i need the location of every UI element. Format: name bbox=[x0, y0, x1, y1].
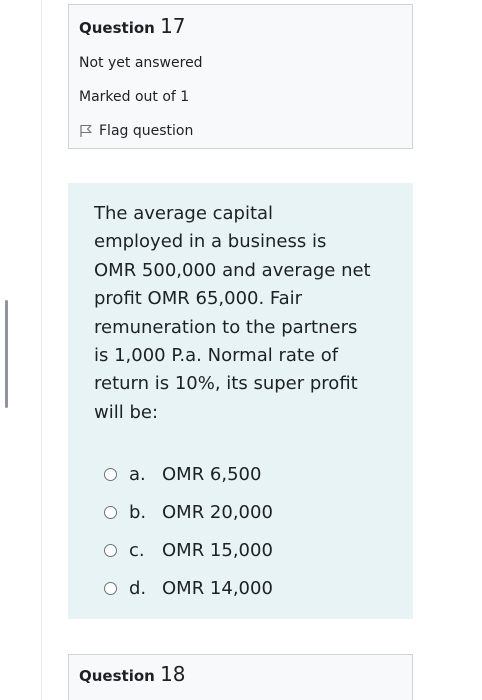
radio-unchecked-icon[interactable] bbox=[104, 581, 117, 595]
answer-text: OMR 20,000 bbox=[162, 501, 273, 523]
flag-question-button[interactable]: Flag question bbox=[79, 123, 402, 139]
answer-letter: c. bbox=[129, 539, 145, 561]
scroll-indicator[interactable] bbox=[5, 300, 8, 408]
question-text: The average capital employed in a busine… bbox=[94, 200, 389, 427]
question-text-line: profit OMR 65,000. Fair bbox=[94, 288, 303, 310]
answer-option-d[interactable]: d. OMR 14,000 bbox=[94, 569, 389, 607]
answer-letter: b. bbox=[129, 501, 147, 523]
marks-info: Marked out of 1 bbox=[79, 89, 190, 105]
question-info-box: Question 17 Not yet answered Marked out … bbox=[68, 4, 413, 149]
question-text-line: The average capital bbox=[94, 203, 274, 224]
answer-text: OMR 6,500 bbox=[162, 463, 262, 485]
flag-question-label: Flag question bbox=[99, 123, 194, 139]
next-question-info-box: Question 18 bbox=[68, 654, 413, 700]
radio-unchecked-icon[interactable] bbox=[104, 467, 117, 481]
question-text-line: remuneration to the partners bbox=[94, 316, 358, 338]
question-text-line: return is 10%, its super profit bbox=[94, 373, 358, 395]
radio-unchecked-icon[interactable] bbox=[104, 505, 117, 519]
question-number: 17 bbox=[160, 14, 186, 38]
left-panel bbox=[0, 0, 42, 700]
answer-letter: d. bbox=[129, 577, 147, 599]
answer-text: OMR 14,000 bbox=[162, 577, 273, 599]
next-question-number: 18 bbox=[160, 662, 186, 686]
next-question-title: Question 18 bbox=[79, 663, 402, 687]
answer-status: Not yet answered bbox=[79, 55, 203, 71]
radio-unchecked-icon[interactable] bbox=[104, 543, 117, 557]
answer-text: OMR 15,000 bbox=[162, 539, 273, 561]
answer-list: a. OMR 6,500 b. OMR 20,000 c. OMR 15,000… bbox=[94, 455, 389, 607]
flag-icon bbox=[79, 124, 93, 138]
question-text-line: is 1,000 P.a. Normal rate of bbox=[94, 345, 339, 367]
question-content: The average capital employed in a busine… bbox=[68, 183, 413, 619]
question-label: Question bbox=[79, 19, 155, 37]
answer-option-b[interactable]: b. OMR 20,000 bbox=[94, 493, 389, 531]
question-text-line: OMR 500,000 and average net bbox=[94, 259, 371, 281]
next-question-label: Question bbox=[79, 667, 155, 685]
answer-option-a[interactable]: a. OMR 6,500 bbox=[94, 455, 389, 493]
answer-option-c[interactable]: c. OMR 15,000 bbox=[94, 531, 389, 569]
answer-letter: a. bbox=[129, 463, 146, 485]
quiz-page: Question 17 Not yet answered Marked out … bbox=[0, 0, 482, 700]
question-title: Question 17 bbox=[79, 15, 402, 39]
question-text-line: employed in a business is bbox=[94, 231, 327, 253]
question-text-line: will be: bbox=[94, 401, 159, 423]
